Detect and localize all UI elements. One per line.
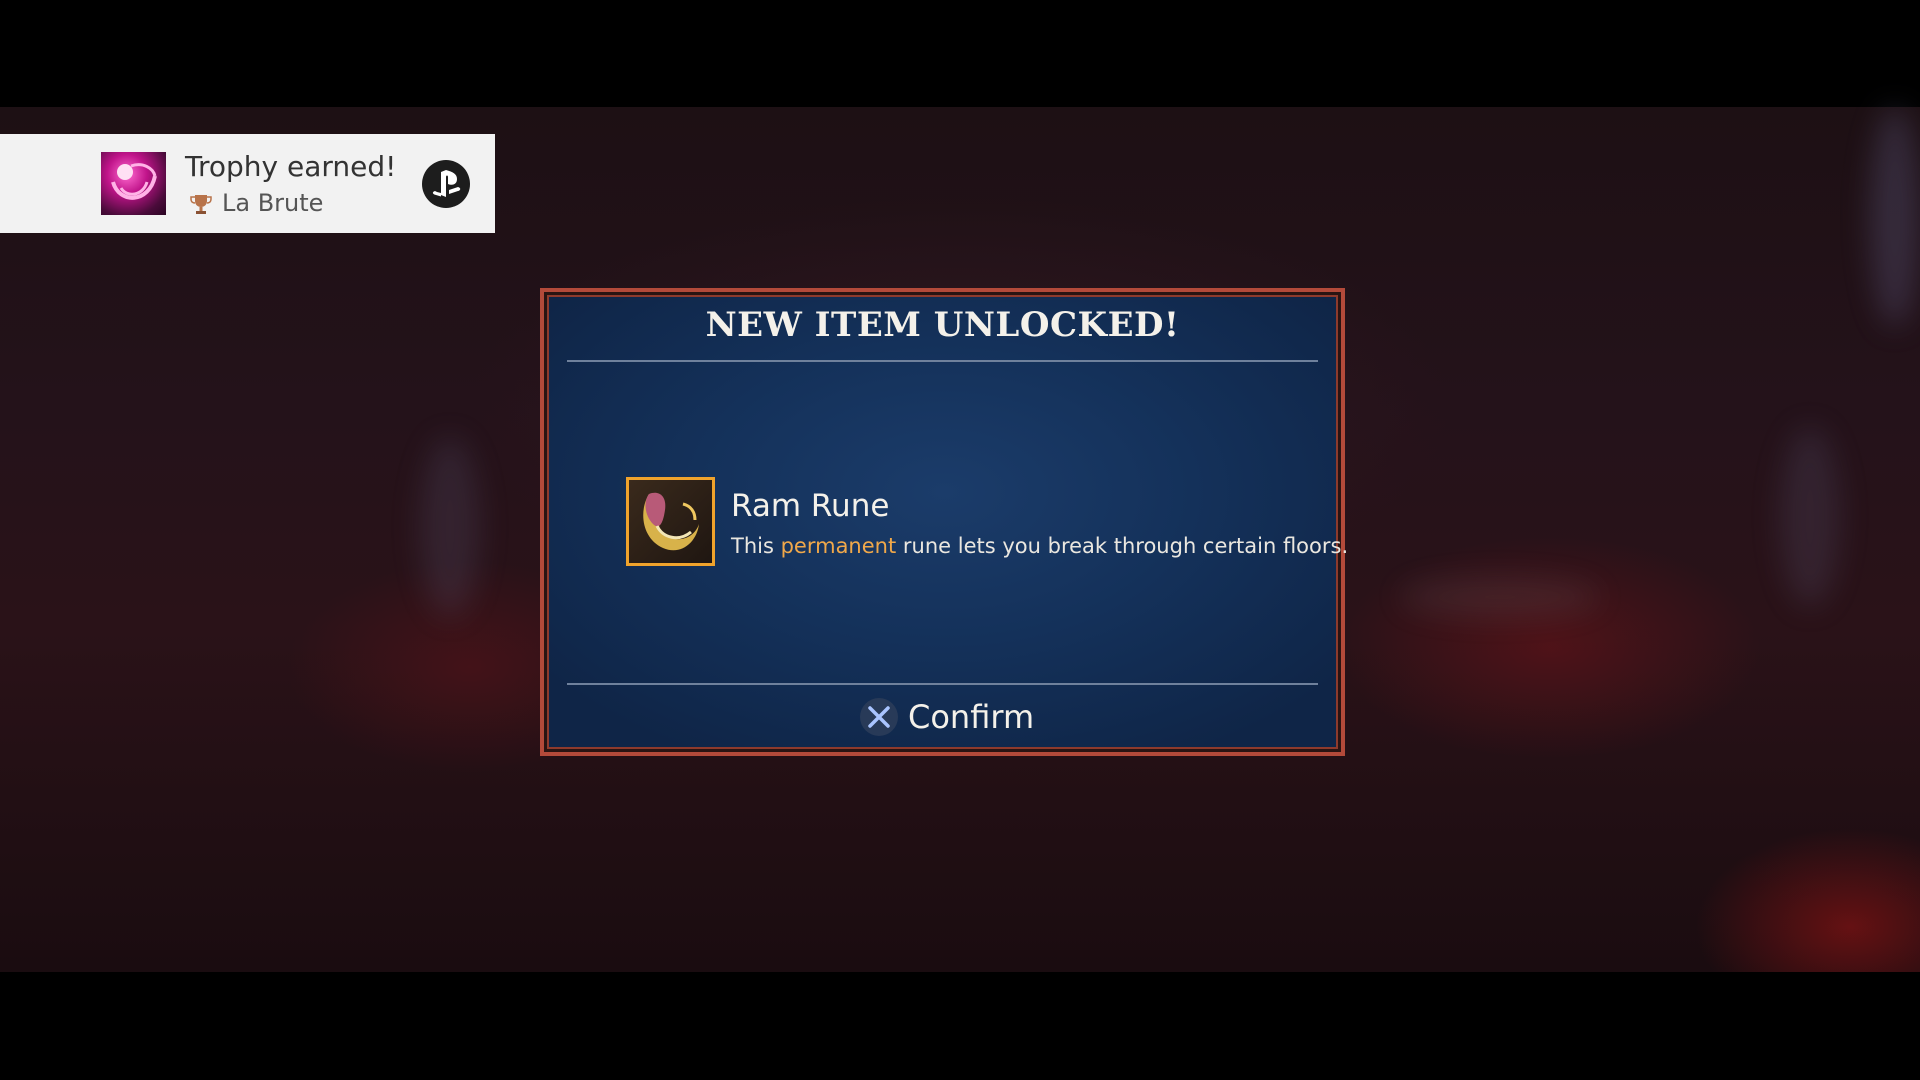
confirm-button[interactable]: Confirm <box>860 695 1034 739</box>
top-divider <box>567 360 1318 362</box>
item-description-start: This <box>731 534 781 558</box>
cross-button-icon <box>860 698 898 736</box>
letterbox-top <box>0 0 1920 107</box>
letterbox-bottom <box>0 972 1920 1080</box>
ram-horn-icon <box>626 477 715 566</box>
bottom-divider <box>567 683 1318 685</box>
dialog-title: NEW ITEM UNLOCKED! <box>705 305 1180 345</box>
trophy-name: La Brute <box>222 189 324 217</box>
item-description: This permanent rune lets you break throu… <box>731 534 1348 558</box>
confirm-label: Confirm <box>908 698 1035 736</box>
playstation-logo-icon <box>422 160 470 208</box>
trophy-notification <box>0 134 495 233</box>
item-description-end: rune lets you break through certain floo… <box>896 534 1349 558</box>
bronze-trophy-icon <box>190 193 212 215</box>
item-name: Ram Rune <box>731 488 890 524</box>
trophy-title: Trophy earned! <box>185 150 397 183</box>
trophy-art-icon <box>101 152 166 215</box>
item-description-highlight: permanent <box>780 534 897 558</box>
